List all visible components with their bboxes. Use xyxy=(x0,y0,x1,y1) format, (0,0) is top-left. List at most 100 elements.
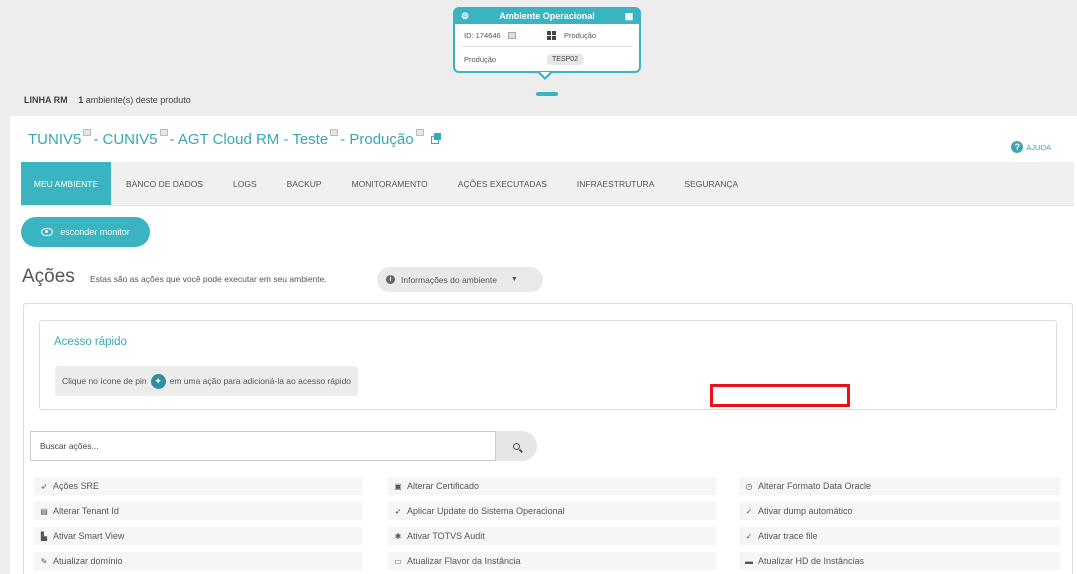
help-link[interactable]: ? AJUDA xyxy=(1011,141,1051,153)
help-label: AJUDA xyxy=(1026,142,1051,152)
page-title: TUNIV5 - CUNIV5 - AGT Cloud RM - Teste -… xyxy=(28,129,441,148)
environment-card[interactable]: ⚙ Ambiente Operacional ▦ ID: 174646 Prod… xyxy=(453,7,641,73)
copy-all-icon[interactable] xyxy=(430,133,441,144)
info-icon: i xyxy=(386,275,395,284)
copy-icon[interactable] xyxy=(83,129,92,136)
clock-icon: ◷ xyxy=(745,481,753,491)
action-label: Alterar Certificado xyxy=(407,481,480,491)
rocket-icon: ➶ xyxy=(40,481,48,491)
environment-count-suffix: ambiente(s) deste produto xyxy=(85,95,191,105)
main-panel: TUNIV5 - CUNIV5 - AGT Cloud RM - Teste -… xyxy=(10,116,1077,574)
tab-monitoramento[interactable]: MONITORAMENTO xyxy=(337,162,443,205)
action-alterar-certificado[interactable]: ▣ Alterar Certificado xyxy=(388,477,716,495)
action-label: Atualizar Flavor da Instância xyxy=(407,556,521,566)
actions-container: Acesso rápido Clique no ícone de pin ✦ e… xyxy=(23,303,1073,574)
tab-infraestrutura[interactable]: INFRAESTRUTURA xyxy=(562,162,669,205)
pin-icon: ✦ xyxy=(150,373,166,389)
check-icon: ✓ xyxy=(745,506,753,516)
environment-type: Produção xyxy=(464,54,497,64)
environment-count: 1 xyxy=(78,95,84,105)
action-row: ➶ Ações SRE ▣ Alterar Certificado ◷ Alterar… xyxy=(34,477,1070,502)
tab-seguranca[interactable]: SEGURANÇA xyxy=(669,162,753,205)
quick-access-hint-before: Clique no ícone de pin xyxy=(62,376,147,386)
product-line-info: LINHA RM 1 ambiente(s) deste produto xyxy=(24,95,191,105)
tab-bar: MEU AMBIENTE BANCO DE DADOS LOGS BACKUP … xyxy=(21,162,1074,206)
action-ativar-dump-automatico[interactable]: ✓ Ativar dump automático xyxy=(739,502,1060,520)
action-atualizar-flavor[interactable]: ▭ Atualizar Flavor da Instância xyxy=(388,552,716,570)
action-ativar-smart-view[interactable]: ▙ Ativar Smart View xyxy=(34,527,362,545)
quick-access-panel: Acesso rápido Clique no ícone de pin ✦ e… xyxy=(39,320,1057,410)
environment-os: Produção xyxy=(564,30,597,40)
copy-icon[interactable] xyxy=(507,31,516,39)
action-label: Aplicar Update do Sistema Operacional xyxy=(407,506,565,516)
id-card-icon: ▤ xyxy=(40,506,48,516)
environment-card-header: ⚙ Ambiente Operacional ▦ xyxy=(455,9,639,24)
quick-access-title: Acesso rápido xyxy=(54,336,127,348)
hide-monitor-label: esconder monitor xyxy=(60,227,130,237)
product-line-name: LINHA RM xyxy=(24,95,68,105)
title-segment: - AGT Cloud RM - Teste xyxy=(169,131,329,148)
action-label: Ativar Smart View xyxy=(53,531,125,541)
title-segment: - CUNIV5 xyxy=(93,131,158,148)
search-bar xyxy=(30,431,537,461)
card-pointer-inner xyxy=(540,72,550,77)
rocket-icon: ➶ xyxy=(394,506,402,516)
eye-icon xyxy=(41,228,54,236)
search-input[interactable] xyxy=(30,431,496,461)
quick-access-hint-after: em uma ação para adicioná-la ao acesso r… xyxy=(169,376,352,386)
action-list: ➶ Ações SRE ▣ Alterar Certificado ◷ Alterar… xyxy=(34,477,1070,574)
search-button[interactable] xyxy=(496,431,537,461)
chevron-down-icon: ▼ xyxy=(510,276,518,283)
quick-access-hint: Clique no ícone de pin ✦ em uma ação par… xyxy=(55,366,359,396)
title-segment: TUNIV5 xyxy=(28,131,82,148)
copy-icon[interactable] xyxy=(159,129,168,136)
tab-backup[interactable]: BACKUP xyxy=(272,162,337,205)
bug-icon: ✱ xyxy=(394,531,402,541)
check-icon: ✓ xyxy=(745,531,753,541)
tab-banco-de-dados[interactable]: BANCO DE DADOS xyxy=(111,162,218,205)
action-label: Atualizar domínio xyxy=(53,556,123,566)
action-label: Ações SRE xyxy=(53,481,100,491)
tab-acoes-executadas[interactable]: AÇÕES EXECUTADAS xyxy=(443,162,562,205)
environment-id: ID: 174646 xyxy=(464,30,501,40)
action-label: Atualizar HD de Instâncias xyxy=(758,556,865,566)
action-alterar-formato-data-oracle[interactable]: ◷ Alterar Formato Data Oracle xyxy=(739,477,1060,495)
chart-icon: ▙ xyxy=(40,531,48,541)
actions-description: Estas são as ações que você pode executa… xyxy=(90,274,327,284)
action-ativar-totvs-audit[interactable]: ✱ Ativar TOTVS Audit xyxy=(388,527,716,545)
environment-info-label: Informações do ambiente xyxy=(401,274,497,285)
action-row: ✎ Atualizar domínio ▭ Atualizar Flavor da … xyxy=(34,552,1070,574)
action-aplicar-update-so[interactable]: ➶ Aplicar Update do Sistema Operacional xyxy=(388,502,716,520)
lock-icon: ▣ xyxy=(394,481,402,491)
action-label: Alterar Tenant Id xyxy=(53,506,119,516)
action-label: Ativar TOTVS Audit xyxy=(407,531,485,541)
carousel-indicator[interactable] xyxy=(536,92,558,96)
tab-meu-ambiente[interactable]: MEU AMBIENTE xyxy=(21,162,111,205)
action-row: ▤ Alterar Tenant Id ➶ Aplicar Update do Si… xyxy=(34,502,1070,527)
help-icon: ? xyxy=(1011,141,1024,153)
action-atualizar-dominio[interactable]: ✎ Atualizar domínio xyxy=(34,552,362,570)
environment-info-dropdown[interactable]: i Informações do ambiente ▼ xyxy=(377,267,543,292)
action-alterar-tenant-id[interactable]: ▤ Alterar Tenant Id xyxy=(34,502,362,520)
action-row: ▙ Ativar Smart View ✱ Ativar TOTVS Audit ✓… xyxy=(34,527,1070,552)
wrench-icon: ✎ xyxy=(40,556,48,566)
actions-title: Ações xyxy=(22,266,75,287)
search-icon xyxy=(513,442,520,450)
copy-icon[interactable] xyxy=(330,129,339,136)
hide-monitor-button[interactable]: esconder monitor xyxy=(21,217,150,247)
action-label: Ativar trace file xyxy=(758,531,818,541)
action-acoes-sre[interactable]: ➶ Ações SRE xyxy=(34,477,362,495)
windows-icon xyxy=(547,30,556,40)
copy-icon[interactable] xyxy=(415,129,424,136)
action-ativar-trace-file[interactable]: ✓ Ativar trace file xyxy=(739,527,1060,545)
calendar-icon[interactable]: ▦ xyxy=(624,11,634,21)
server-icon: ▭ xyxy=(394,556,402,566)
highlight-box xyxy=(710,384,850,407)
server-badge: TESP02 xyxy=(547,53,584,65)
title-segment: - Produção xyxy=(340,131,414,148)
action-label: Ativar dump automático xyxy=(758,506,853,516)
action-atualizar-hd-instancias[interactable]: ▬ Atualizar HD de Instâncias xyxy=(739,552,1060,570)
action-label: Alterar Formato Data Oracle xyxy=(758,481,872,491)
tab-logs[interactable]: LOGS xyxy=(218,162,272,205)
gear-icon[interactable]: ⚙ xyxy=(460,11,470,21)
